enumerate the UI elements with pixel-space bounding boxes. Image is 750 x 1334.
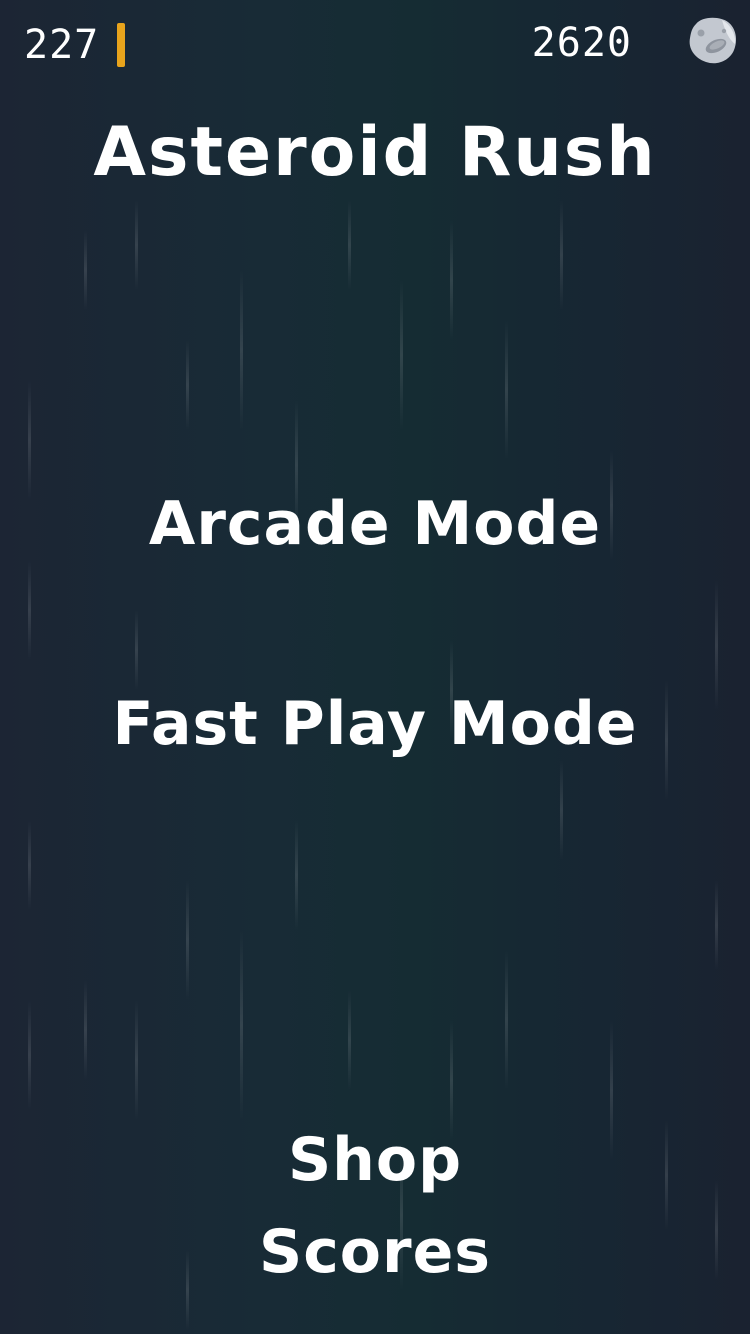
high-score: 2620 [531,20,632,66]
fuel-gauge [117,23,126,67]
fast-play-mode-button[interactable]: Fast Play Mode [0,684,750,764]
main-menu-screen: 227 2620 Asteroid Rush Arcade Mode Fast … [0,0,750,1334]
asteroid-icon[interactable] [686,14,738,66]
asteroid-count: 227 [24,22,100,68]
shop-button[interactable]: Shop [0,1120,750,1200]
arcade-mode-button[interactable]: Arcade Mode [0,484,750,564]
asteroid-counter: 227 [24,20,126,70]
game-title: Asteroid Rush [93,113,657,192]
scores-button[interactable]: Scores [0,1212,750,1292]
